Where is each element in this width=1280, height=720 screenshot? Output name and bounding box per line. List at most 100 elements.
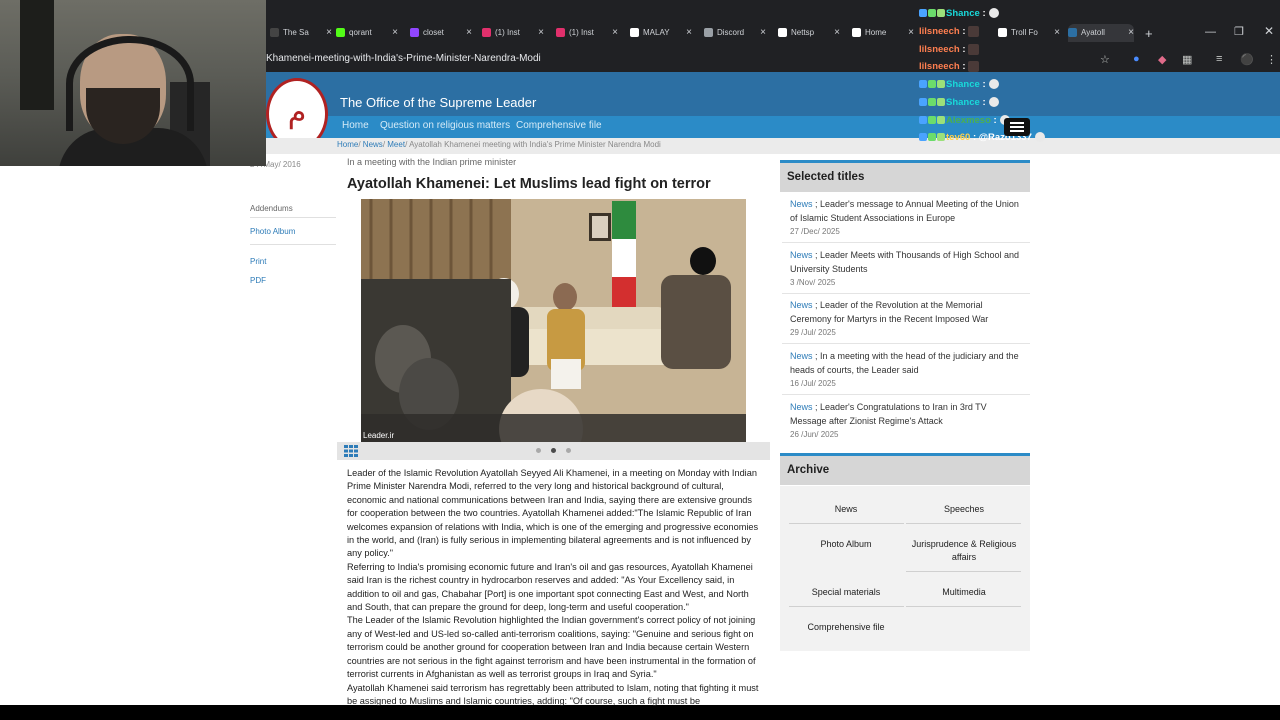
item-category[interactable]: News [790,300,813,310]
category-separator: ; [812,199,821,209]
photo-album-link[interactable]: Photo Album [250,227,295,236]
browser-tab[interactable]: Troll Fo × [998,24,1060,42]
tab-close-icon[interactable]: × [908,24,914,42]
item-title[interactable]: Leader Meets with Thousands of High Scho… [790,250,1019,274]
divider [789,606,904,607]
carousel-dot-active[interactable] [551,448,556,453]
browser-tab[interactable]: Discord × [704,24,766,42]
browser-tab[interactable]: Nettsp × [778,24,840,42]
archive-jurisprudence[interactable]: Jurisprudence & Religious affairs [908,538,1020,564]
chat-username[interactable]: lilsneech [919,44,960,55]
divider [906,606,1021,607]
tab-close-icon[interactable]: × [1128,24,1134,42]
new-tab-button[interactable]: + [1145,26,1153,41]
selected-title-item[interactable]: News ; Leader Meets with Thousands of Hi… [790,248,1022,276]
profile-avatar-icon[interactable]: ⚫ [1240,53,1254,66]
category-separator: ; [812,351,821,361]
item-category[interactable]: News [790,351,813,361]
chat-username[interactable]: Shance [946,97,980,108]
minimize-icon[interactable]: — [1205,26,1216,38]
breadcrumb-home[interactable]: Home [337,140,358,149]
tab-close-icon[interactable]: × [326,24,332,42]
tab-favicon-icon [852,28,861,38]
chat-username[interactable]: Shance [946,8,980,19]
browser-menu-icon[interactable]: ⋮ [1266,53,1277,66]
archive-speeches[interactable]: Speeches [908,503,1020,516]
extension-icon[interactable]: ● [1133,53,1140,65]
tab-favicon-icon [336,28,345,38]
carousel-dot[interactable] [536,448,541,453]
nav-home[interactable]: Home [342,120,369,131]
tab-close-icon[interactable]: × [612,24,618,42]
item-category[interactable]: News [790,250,813,260]
selected-title-item[interactable]: News ; Leader's Congratulations to Iran … [790,400,1022,428]
archive-comprehensive-file[interactable]: Comprehensive file [790,621,902,634]
extension-icon[interactable]: ◆ [1158,53,1166,66]
chat-badge-icon [919,116,927,125]
tab-favicon-icon [270,28,279,38]
hamburger-menu-button[interactable] [1004,118,1030,136]
url-text[interactable]: Khamenei-meeting-with-India's-Prime-Mini… [266,53,541,64]
carousel-dot[interactable] [566,448,571,453]
extensions-puzzle-icon[interactable]: ▦ [1182,53,1192,66]
tab-close-icon[interactable]: × [466,24,472,42]
headphones-icon [66,36,194,131]
selected-title-item[interactable]: News ; In a meeting with the head of the… [790,349,1022,377]
archive-photo-album[interactable]: Photo Album [790,538,902,551]
pdf-link[interactable]: PDF [250,276,266,285]
close-window-icon[interactable]: ✕ [1264,24,1274,38]
browser-tab[interactable]: Ayatoll × [1068,24,1134,42]
webcam-overlay [0,0,266,166]
tab-close-icon[interactable]: × [686,24,692,42]
site-title[interactable]: The Office of the Supreme Leader [340,95,536,110]
chat-username[interactable]: tev60 [946,132,970,143]
browser-tab[interactable]: (1) Inst × [482,24,544,42]
chat-username[interactable]: Alexmeso [946,115,991,126]
divider [250,244,336,245]
browser-tab[interactable]: Home × [852,24,914,42]
item-title[interactable]: Leader of the Revolution at the Memorial… [790,300,988,324]
item-title[interactable]: In a meeting with the head of the judici… [790,351,1019,375]
archive-multimedia[interactable]: Multimedia [908,586,1020,599]
breadcrumb-news[interactable]: News [363,140,383,149]
chat-separator: : [982,8,986,19]
selected-title-item[interactable]: News ; Leader's message to Annual Meetin… [790,197,1022,225]
archive-special-materials[interactable]: Special materials [790,586,902,599]
chat-badge-icon [928,80,936,89]
bookmark-star-icon[interactable]: ☆ [1100,53,1110,66]
restore-icon[interactable]: ❐ [1234,25,1244,38]
browser-tab[interactable]: closet × [410,24,472,42]
browser-tab[interactable]: qorant × [336,24,398,42]
tab-close-icon[interactable]: × [760,24,766,42]
browser-tab[interactable]: The Sa × [270,24,332,42]
chat-badge-icon [937,9,945,18]
item-title[interactable]: Leader's Congratulations to Iran in 3rd … [790,402,987,426]
article-headline: Ayatollah Khamenei: Let Muslims lead fig… [347,176,711,192]
browser-tab[interactable]: MALAY × [630,24,692,42]
item-category[interactable]: News [790,402,813,412]
browser-tab[interactable]: (1) Inst × [556,24,618,42]
addendums-link[interactable]: Addendums [250,204,293,213]
archive-news[interactable]: News [790,503,902,516]
nav-comprehensive-file[interactable]: Comprehensive file [516,120,602,131]
meeting-photo-illustration [361,199,746,442]
tab-close-icon[interactable]: × [392,24,398,42]
item-category[interactable]: News [790,199,813,209]
article-photo[interactable]: Leader.ir [361,199,746,442]
media-controls-icon[interactable]: ≡ [1216,53,1222,65]
chat-username[interactable]: lilsneech [919,26,960,37]
chat-username[interactable]: Shance [946,79,980,90]
tab-close-icon[interactable]: × [538,24,544,42]
gallery-grid-icon[interactable] [344,445,358,457]
tab-close-icon[interactable]: × [834,24,840,42]
chat-username[interactable]: lilsneech [919,61,960,72]
item-title[interactable]: Leader's message to Annual Meeting of th… [790,199,1019,223]
print-link[interactable]: Print [250,257,266,266]
nav-religious-questions[interactable]: Question on religious matters [380,120,510,131]
selected-title-item[interactable]: News ; Leader of the Revolution at the M… [790,298,1022,326]
breadcrumb: Home/ News/ Meet/ Ayatollah Khamenei mee… [337,140,661,149]
chat-badge-icon [919,80,927,89]
tab-close-icon[interactable]: × [1054,24,1060,42]
breadcrumb-meet[interactable]: Meet [387,140,405,149]
divider [789,523,904,524]
